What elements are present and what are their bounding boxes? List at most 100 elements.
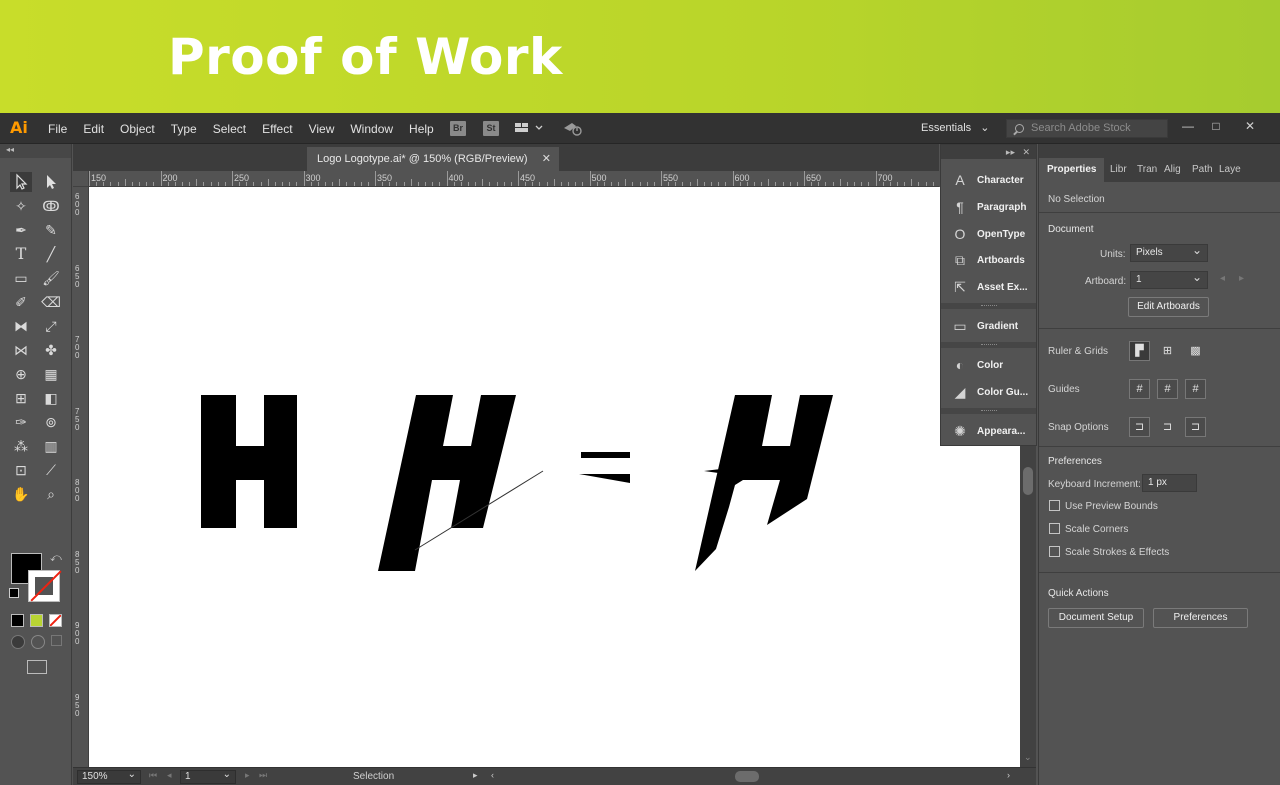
dock-item-artboards[interactable]: ⧉ Artboards [941, 247, 1036, 273]
preferences-button[interactable]: Preferences [1153, 608, 1248, 628]
arrange-documents-button[interactable] [514, 121, 544, 136]
gpu-performance-icon[interactable] [562, 120, 584, 137]
column-graph-tool[interactable]: ▥ [40, 436, 62, 456]
dock-item-color-guide[interactable]: ◢ Color Gu... [941, 379, 1036, 405]
symbol-sprayer-tool[interactable]: ⁂ [10, 436, 32, 456]
show-guides-button[interactable]: # [1129, 379, 1150, 399]
snap-to-grid-button[interactable]: ⊐ [1157, 417, 1178, 437]
equals-bar-top[interactable] [581, 452, 630, 458]
dock-item-gradient[interactable]: ▭ Gradient [941, 313, 1036, 339]
menu-effect[interactable]: Effect [262, 122, 292, 136]
tab-pathfinder[interactable]: Path [1192, 158, 1213, 182]
close-window-button[interactable]: ✕ [1238, 119, 1262, 135]
tab-libraries[interactable]: Libr [1110, 158, 1127, 182]
paintbrush-tool[interactable]: 🖌 [40, 268, 62, 288]
menu-select[interactable]: Select [213, 122, 246, 136]
dock-item-paragraph[interactable]: ¶ Paragraph [941, 194, 1036, 220]
artboard-tool[interactable]: ⊡ [10, 460, 32, 480]
zoom-level-field[interactable]: 150% ⌄ [77, 769, 141, 784]
first-artboard-icon[interactable]: ⏮ [149, 770, 157, 781]
eyedropper-tool[interactable]: ✑ [10, 412, 32, 432]
color-mode-swatch[interactable] [11, 614, 24, 627]
status-tool-text[interactable]: Selection [353, 771, 394, 782]
minimize-button[interactable]: — [1176, 119, 1200, 135]
scroll-right-icon[interactable]: › [1007, 770, 1010, 780]
shape-builder-tool[interactable]: ⊕ [10, 364, 32, 384]
tools-panel-collapse[interactable]: ◂◂ [0, 144, 71, 158]
vertical-scroll-thumb[interactable] [1023, 467, 1033, 495]
horizontal-scroll-thumb[interactable] [735, 771, 759, 782]
stock-button[interactable]: St [483, 121, 499, 136]
scale-tool[interactable]: ⤢ [40, 316, 62, 336]
perspective-grid-tool[interactable]: ▦ [40, 364, 62, 384]
draw-normal-icon[interactable] [11, 635, 25, 649]
curvature-tool[interactable]: ✎ [40, 220, 62, 240]
workspace-switcher[interactable]: Essentials ⌄ [921, 121, 989, 134]
dock-separator[interactable] [941, 342, 1036, 348]
gradient-mode-swatch[interactable] [30, 614, 43, 627]
blend-tool[interactable]: ⊚ [40, 412, 62, 432]
draw-inside-icon[interactable] [51, 635, 62, 646]
direct-selection-tool[interactable] [40, 172, 62, 192]
gradient-tool[interactable]: ◧ [40, 388, 62, 408]
transparency-grid-button[interactable]: ▩ [1185, 341, 1206, 361]
snap-to-pixel-button[interactable]: ⊐ [1185, 417, 1206, 437]
type-tool[interactable]: T [10, 244, 32, 264]
dock-separator[interactable] [941, 408, 1036, 414]
menu-object[interactable]: Object [120, 122, 155, 136]
smart-guides-button[interactable]: # [1185, 379, 1206, 399]
restore-button[interactable]: □ [1204, 119, 1228, 135]
artboard-number-field[interactable]: 1 ⌄ [180, 769, 236, 784]
pen-tool[interactable]: ✒ [10, 220, 32, 240]
status-menu-icon[interactable]: ▸ [473, 770, 478, 781]
hand-tool[interactable]: ✋ [10, 484, 32, 504]
letter-h-result[interactable] [695, 395, 833, 571]
vertical-ruler[interactable]: 600 650 700 750 800 850 900 950 [73, 187, 89, 767]
lock-guides-button[interactable]: # [1157, 379, 1178, 399]
scroll-down-icon[interactable]: ⌄ [1024, 752, 1032, 763]
letter-h-italic[interactable] [378, 395, 516, 571]
dock-item-color[interactable]: ◐ Color [941, 352, 1036, 378]
dock-item-character[interactable]: A Character [941, 167, 1036, 193]
canvas[interactable] [89, 187, 1020, 767]
magic-wand-tool[interactable]: ✧ [10, 196, 32, 216]
menu-help[interactable]: Help [409, 122, 434, 136]
properties-panel-header[interactable] [1039, 144, 1280, 158]
menu-view[interactable]: View [309, 122, 335, 136]
puppet-warp-tool[interactable]: ✤ [40, 340, 62, 360]
lasso-tool[interactable]: ↂ [40, 196, 62, 216]
reflect-tool[interactable]: ⧓ [10, 316, 32, 336]
stock-search-input[interactable]: Search Adobe Stock [1006, 119, 1168, 138]
tab-transform[interactable]: Tran [1137, 158, 1157, 182]
menu-file[interactable]: File [48, 122, 67, 136]
menu-edit[interactable]: Edit [83, 122, 104, 136]
dock-expand-icon[interactable]: ▸▸ ✕ [941, 145, 1036, 159]
keyboard-increment-input[interactable]: 1 px [1142, 474, 1197, 492]
screen-mode-icon[interactable] [27, 660, 47, 674]
selection-tool[interactable] [10, 172, 32, 192]
draw-behind-icon[interactable] [31, 635, 45, 649]
dock-separator[interactable] [941, 303, 1036, 309]
menu-window[interactable]: Window [350, 122, 393, 136]
document-tab[interactable]: Logo Logotype.ai* @ 150% (RGB/Preview) ✕ [307, 147, 559, 171]
tab-properties[interactable]: Properties [1039, 158, 1105, 182]
rectangle-tool[interactable]: ▭ [10, 268, 32, 288]
ruler-origin[interactable] [73, 171, 89, 187]
eraser-tool[interactable]: ⌫ [40, 292, 62, 312]
equals-bar-bottom[interactable] [579, 474, 630, 483]
snap-to-point-button[interactable]: ⊐ [1129, 417, 1150, 437]
next-artboard-icon[interactable]: ▸ [1239, 273, 1244, 284]
last-artboard-icon[interactable]: ⏭ [259, 770, 267, 781]
scale-strokes-checkbox[interactable] [1049, 546, 1060, 557]
slice-tool[interactable]: ⟋ [40, 460, 62, 480]
units-dropdown[interactable]: Pixels [1130, 242, 1208, 262]
artboard[interactable] [89, 187, 1020, 767]
width-tool[interactable]: ⋈ [10, 340, 32, 360]
menu-type[interactable]: Type [171, 122, 197, 136]
scale-corners-checkbox[interactable] [1049, 523, 1060, 534]
previous-artboard-icon[interactable]: ◂ [167, 770, 172, 781]
line-tool[interactable]: ╱ [40, 244, 62, 264]
show-rulers-button[interactable]: ▛ [1129, 341, 1150, 361]
letter-h-upright[interactable] [201, 395, 297, 528]
close-tab-icon[interactable]: ✕ [542, 147, 551, 171]
